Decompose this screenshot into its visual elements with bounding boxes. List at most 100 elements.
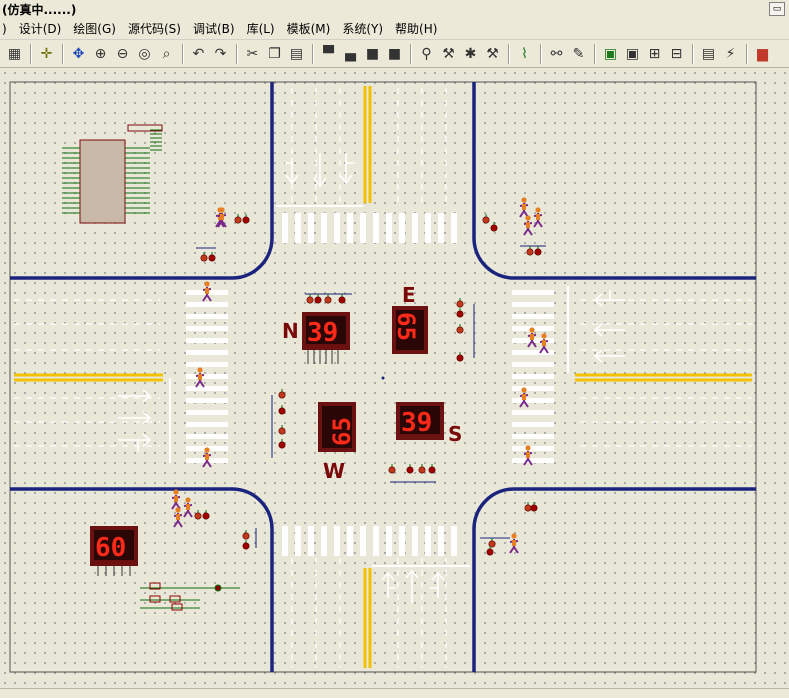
traffic-light-lamp: [530, 504, 538, 512]
curb-sw: [10, 487, 274, 672]
package-icon[interactable]: ✱: [460, 43, 481, 64]
menu-debug[interactable]: 调试(B): [187, 20, 241, 37]
new-sheet-icon[interactable]: ▣: [600, 43, 621, 64]
crosswalk-stripe: [412, 526, 418, 556]
traffic-light-lamp: [242, 532, 250, 540]
arrow-east-3: [593, 349, 625, 363]
display-south: 39: [396, 402, 444, 440]
crosswalk-stripe: [425, 526, 431, 556]
remove-sheet-icon[interactable]: ▣: [622, 43, 643, 64]
block-delete-icon[interactable]: ■: [384, 43, 405, 64]
traffic-light-lamp: [242, 216, 250, 224]
netlist-icon[interactable]: ⊞: [644, 43, 665, 64]
redo-icon[interactable]: ↷: [210, 43, 231, 64]
grid-icon[interactable]: ▦: [4, 43, 25, 64]
pan-icon[interactable]: ✥: [68, 43, 89, 64]
copy-icon[interactable]: ❐: [264, 43, 285, 64]
menu-draw[interactable]: 绘图(G): [67, 20, 122, 37]
erc-check-icon[interactable]: ⚡: [720, 43, 741, 64]
menu-design[interactable]: 设计(D): [13, 20, 68, 37]
crosswalk-stripe: [512, 362, 554, 367]
pick-device-icon[interactable]: ⚲: [416, 43, 437, 64]
crosswalk-stripe: [399, 213, 405, 243]
wire-autoroute-icon[interactable]: ⌇: [514, 43, 535, 64]
cut-icon[interactable]: ✂: [242, 43, 263, 64]
crosswalks: [186, 213, 554, 556]
crosswalk-stripe: [308, 213, 314, 243]
menu-library[interactable]: 库(L): [241, 20, 281, 37]
crosswalk-stripe: [186, 386, 228, 391]
toolbar-separator: [410, 43, 412, 64]
crosswalk-stripe: [334, 213, 340, 243]
crosswalk-stripe: [412, 213, 418, 243]
block-move-icon[interactable]: ▄: [340, 43, 361, 64]
pedestrian-icon: [533, 207, 543, 228]
microcontroller-chip[interactable]: [62, 124, 163, 224]
center-marker: [381, 376, 385, 380]
arrow-left-turn-north: [285, 158, 299, 185]
pedestrian-icon: [171, 489, 181, 510]
schematic-canvas[interactable]: N E W S 39 65 65 39 60: [0, 68, 789, 688]
traffic-light-lamp: [406, 466, 414, 474]
search-icon[interactable]: ⚯: [546, 43, 567, 64]
paste-icon[interactable]: ▤: [286, 43, 307, 64]
origin-icon[interactable]: ✛: [36, 43, 57, 64]
undo-icon[interactable]: ↶: [188, 43, 209, 64]
zoom-out-icon[interactable]: ⊖: [112, 43, 133, 64]
crosswalk-stripe: [186, 374, 228, 379]
display-controller-value: 60: [95, 533, 126, 563]
display-south-value: 39: [401, 408, 432, 438]
menu-template[interactable]: 模板(M): [281, 20, 337, 37]
label-north: N: [282, 319, 299, 343]
traffic-light-group: [271, 389, 286, 458]
label-east: E: [402, 283, 416, 307]
ares-icon[interactable]: ▆: [752, 43, 773, 64]
window-titlebar: (仿真中......) ▭: [0, 0, 789, 18]
zoom-area-icon[interactable]: ⌕: [156, 43, 177, 64]
intersection-schematic: N E W S 39 65 65 39 60: [9, 81, 757, 673]
crosswalk-stripe: [186, 302, 228, 307]
crosswalk-stripe: [399, 526, 405, 556]
crosswalk-stripe: [512, 290, 554, 295]
block-rotate-icon[interactable]: ■: [362, 43, 383, 64]
crosswalk-stripe: [512, 314, 554, 319]
traffic-light-group: [388, 464, 436, 483]
crosswalk-stripe: [512, 302, 554, 307]
decompose-icon[interactable]: ⚒: [482, 43, 503, 64]
menu-help[interactable]: 帮助(H): [389, 20, 443, 37]
traffic-light-lamp: [456, 326, 464, 334]
make-device-icon[interactable]: ⚒: [438, 43, 459, 64]
property-assign-icon[interactable]: ✎: [568, 43, 589, 64]
crosswalk-stripe: [451, 213, 457, 243]
menu-source-code[interactable]: 源代码(S): [122, 20, 187, 37]
crosswalk-stripe: [186, 422, 228, 427]
arrow-west-1: [118, 389, 152, 403]
toolbar-separator: [62, 43, 64, 64]
crosswalk-stripe: [186, 314, 228, 319]
traffic-light-lamp: [208, 254, 216, 262]
crosswalk-stripe: [186, 338, 228, 343]
display-controller: 60: [90, 526, 138, 576]
crosswalk-stripe: [512, 398, 554, 403]
window-control-icon[interactable]: ▭: [769, 2, 785, 16]
display-east-value: 65: [392, 312, 420, 341]
pedestrian-icon: [509, 533, 519, 554]
resistor-network: [140, 582, 240, 611]
traffic-light-lamp: [324, 296, 332, 304]
bom-icon[interactable]: ⊟: [666, 43, 687, 64]
menu-system[interactable]: 系统(Y): [336, 20, 389, 37]
toolbar-separator: [182, 43, 184, 64]
toolbar-separator: [540, 43, 542, 64]
label-west: W: [323, 459, 345, 483]
crosswalk-stripe: [360, 526, 366, 556]
crosswalk-stripe: [512, 458, 554, 463]
arrow-south-3: [430, 571, 445, 598]
traffic-light-lamp: [428, 466, 436, 474]
zoom-in-icon[interactable]: ⊕: [90, 43, 111, 64]
traffic-light-lamp: [456, 300, 464, 308]
curb-ne: [472, 82, 756, 280]
erc-icon[interactable]: ▤: [698, 43, 719, 64]
crosswalk-stripe: [386, 213, 392, 243]
block-copy-icon[interactable]: ▀: [318, 43, 339, 64]
zoom-all-icon[interactable]: ◎: [134, 43, 155, 64]
